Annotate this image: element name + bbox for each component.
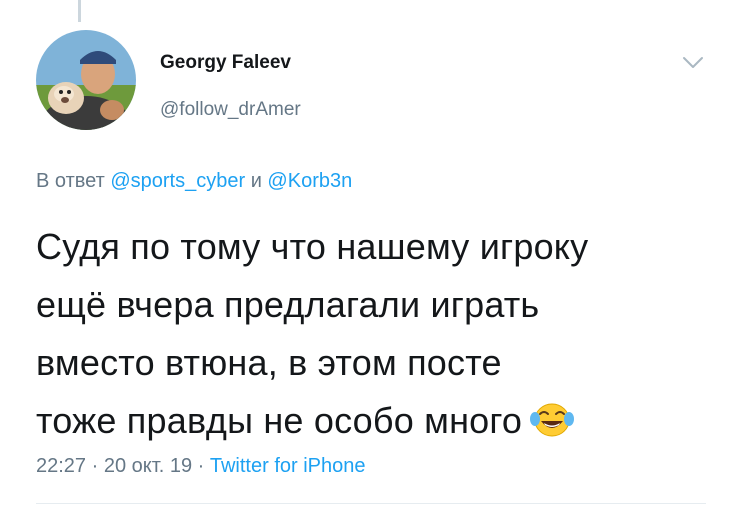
avatar[interactable]	[36, 30, 136, 130]
mention-link-korb3n[interactable]: @Korb3n	[267, 170, 352, 192]
divider	[36, 503, 706, 504]
meta-separator: ·	[197, 455, 205, 477]
chevron-down-icon[interactable]	[682, 56, 704, 70]
author-handle[interactable]: @follow_drAmer	[160, 99, 301, 121]
tweet-meta: 22:27 · 20 окт. 19 · Twitter for iPhone	[36, 455, 365, 478]
mention-link-sports-cyber[interactable]: @sports_cyber	[110, 170, 245, 192]
tweet-text-line: ещё вчера предлагали играть	[36, 284, 540, 325]
tweet-text: Судя по тому что нашему игроку ещё вчера…	[36, 218, 716, 450]
face-with-tears-of-joy-icon	[530, 403, 575, 437]
thread-connector-line	[78, 0, 81, 22]
tweet-source-link[interactable]: Twitter for iPhone	[210, 455, 366, 477]
tweet-text-line-content: тоже правды не особо много	[36, 400, 523, 441]
reply-prefix: В ответ	[36, 170, 105, 192]
tweet-date[interactable]: 20 окт. 19	[104, 455, 192, 477]
tweet-text-line: вместо втюна, в этом посте	[36, 342, 502, 383]
avatar-photo	[36, 30, 136, 130]
reply-context: В ответ @sports_cyber и @Korb3n	[36, 170, 352, 193]
tweet-text-line: Судя по тому что нашему игроку	[36, 226, 589, 267]
tweet-text-line-last: тоже правды не особо много	[36, 392, 716, 450]
tweet-time[interactable]: 22:27	[36, 455, 86, 477]
reply-joiner: и	[250, 170, 262, 192]
author-name[interactable]: Georgy Faleev	[160, 52, 291, 74]
meta-separator: ·	[91, 455, 99, 477]
